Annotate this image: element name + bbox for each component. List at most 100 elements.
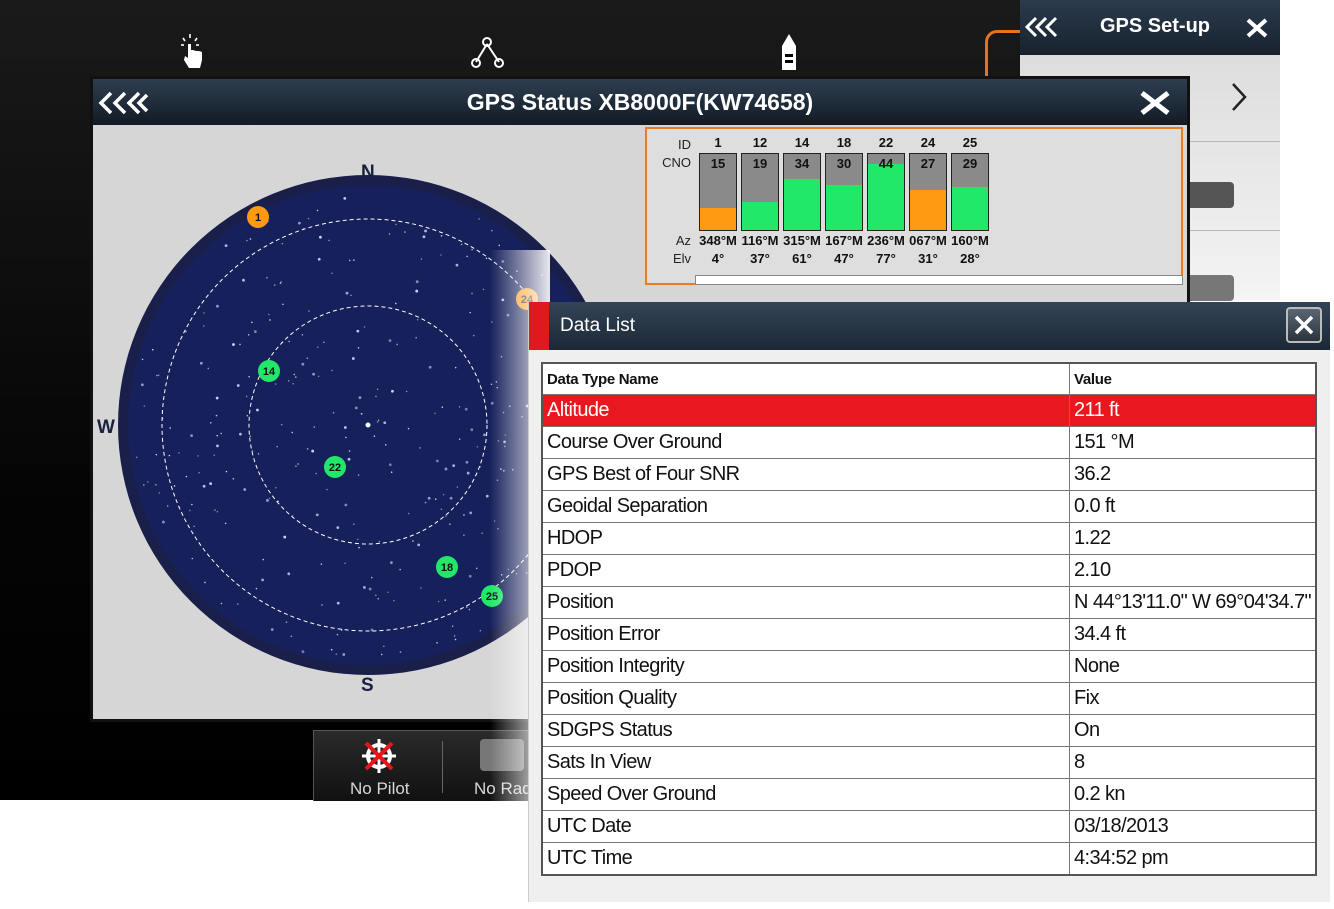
data-type-name: Geoidal Separation — [541, 490, 1071, 523]
data-type-name: SDGPS Status — [541, 714, 1071, 747]
table-row[interactable]: SDGPS Status On — [541, 714, 1317, 747]
data-type-name: UTC Date — [541, 810, 1071, 843]
signal-bar: 30 — [825, 153, 863, 231]
signal-fill — [868, 164, 904, 230]
table-header-row: Data Type Name Value — [541, 362, 1317, 395]
signal-fill — [784, 179, 820, 230]
signal-fill — [700, 208, 736, 230]
table-row[interactable]: Sats In View 8 — [541, 746, 1317, 779]
cno-label: CNO — [662, 155, 691, 170]
az-label: Az — [675, 233, 691, 248]
cno-value: 27 — [920, 156, 936, 171]
table-row[interactable]: GPS Best of Four SNR 36.2 — [541, 458, 1317, 491]
close-icon — [1294, 315, 1314, 335]
satellite-id: 1 — [714, 135, 722, 150]
data-type-name: Position Quality — [541, 682, 1071, 715]
signal-bar: 27 — [909, 153, 947, 231]
header-accent-stripe — [529, 302, 549, 350]
data-value: 0.2 kn — [1069, 778, 1317, 811]
table-row[interactable]: Altitude 211 ft — [541, 394, 1317, 427]
table-row[interactable]: Position Error 34.4 ft — [541, 618, 1317, 651]
data-value: 8 — [1069, 746, 1317, 779]
data-type-name: Position Integrity — [541, 650, 1071, 683]
satellite-id: 25 — [962, 135, 978, 150]
satellite-id: 24 — [920, 135, 936, 150]
signal-bar: 19 — [741, 153, 779, 231]
data-type-name: UTC Time — [541, 842, 1071, 876]
table-row[interactable]: UTC Time 4:34:52 pm — [541, 842, 1317, 876]
sky-satellite-22[interactable]: 22 — [324, 456, 346, 478]
table-row[interactable]: Geoidal Separation 0.0 ft — [541, 490, 1317, 523]
data-list-header: Data List — [529, 302, 1330, 350]
sky-satellite-1[interactable]: 1 — [247, 206, 269, 228]
data-value: 151 °M — [1069, 426, 1317, 459]
chevron-right-icon[interactable] — [1230, 81, 1248, 113]
signal-strength-panel: ID CNO Az Elv 1 15 348°M 4° 12 19 116°M 37° 14 34… — [645, 127, 1183, 285]
close-icon[interactable] — [1246, 18, 1268, 38]
signal-fill — [910, 190, 946, 230]
data-table: Data Type Name Value Altitude 211 ft Cours… — [541, 362, 1317, 876]
data-type-name: HDOP — [541, 522, 1071, 555]
gps-status-title: GPS Status XB8000F(KW74658) — [466, 89, 814, 115]
signal-fill — [742, 202, 778, 230]
data-value: 03/18/2013 — [1069, 810, 1317, 843]
signal-fill — [826, 185, 862, 230]
touch-icon[interactable] — [176, 32, 210, 72]
cno-value: 30 — [836, 156, 852, 171]
table-row[interactable]: Position Integrity None — [541, 650, 1317, 683]
table-row[interactable]: Position N 44°13'11.0" W 69°04'34.7" — [541, 586, 1317, 619]
satellite-label: 1 — [255, 212, 261, 224]
table-row[interactable]: Speed Over Ground 0.2 kn — [541, 778, 1317, 811]
cno-value: 34 — [794, 156, 810, 171]
data-value: 2.10 — [1069, 554, 1317, 587]
data-list-close-button[interactable] — [1286, 307, 1322, 343]
column-header: Data Type Name — [541, 362, 1071, 395]
data-value: N 44°13'11.0" W 69°04'34.7" — [1069, 586, 1317, 619]
satellite-label: 18 — [441, 562, 453, 574]
signal-bar: 29 — [951, 153, 989, 231]
signal-scrollbar[interactable] — [695, 275, 1183, 285]
no-pilot-icon[interactable] — [360, 737, 398, 775]
data-type-name: Speed Over Ground — [541, 778, 1071, 811]
compass-south: S — [361, 675, 374, 696]
table-row[interactable]: UTC Date 03/18/2013 — [541, 810, 1317, 843]
close-icon[interactable] — [1139, 90, 1171, 116]
data-value: 4:34:52 pm — [1069, 842, 1317, 876]
data-value: None — [1069, 650, 1317, 683]
table-row[interactable]: Course Over Ground 151 °M — [541, 426, 1317, 459]
no-pilot-label[interactable]: No Pilot — [350, 779, 410, 799]
elevation-value: 61° — [792, 251, 812, 266]
signal-fill — [952, 187, 988, 230]
signal-bar: 34 — [783, 153, 821, 231]
elevation-value: 31° — [918, 251, 938, 266]
data-list-window: Data List Data Type Name Value Altitude 2… — [528, 302, 1330, 902]
bar-divider — [442, 741, 443, 793]
compass-west: W — [97, 417, 115, 438]
elevation-value: 37° — [750, 251, 770, 266]
table-row[interactable]: Position Quality Fix — [541, 682, 1317, 715]
table-row[interactable]: PDOP 2.10 — [541, 554, 1317, 587]
data-type-name: GPS Best of Four SNR — [541, 458, 1071, 491]
signal-bar: 44 — [867, 153, 905, 231]
data-value: 0.0 ft — [1069, 490, 1317, 523]
azimuth-value: 160°M — [951, 233, 989, 248]
data-value: 34.4 ft — [1069, 618, 1317, 651]
satellite-id: 12 — [752, 135, 768, 150]
back-icon[interactable] — [1024, 16, 1060, 38]
satellite-label: 22 — [329, 462, 341, 474]
boat-icon[interactable] — [772, 32, 806, 72]
satellite-id: 22 — [878, 135, 894, 150]
sky-satellite-14[interactable]: 14 — [258, 360, 280, 382]
data-type-name: Altitude — [541, 394, 1071, 427]
gps-setup-header: GPS Set-up — [1020, 0, 1280, 55]
elevation-value: 4° — [711, 251, 725, 266]
gps-setup-title: GPS Set-up — [1100, 15, 1211, 37]
route-icon[interactable] — [470, 32, 504, 72]
sky-satellite-18[interactable]: 18 — [436, 556, 458, 578]
elevation-value: 77° — [876, 251, 896, 266]
data-value: Fix — [1069, 682, 1317, 715]
table-row[interactable]: HDOP 1.22 — [541, 522, 1317, 555]
data-value: 211 ft — [1069, 394, 1317, 427]
column-header: Value — [1069, 362, 1317, 395]
satellite-id: 14 — [794, 135, 810, 150]
